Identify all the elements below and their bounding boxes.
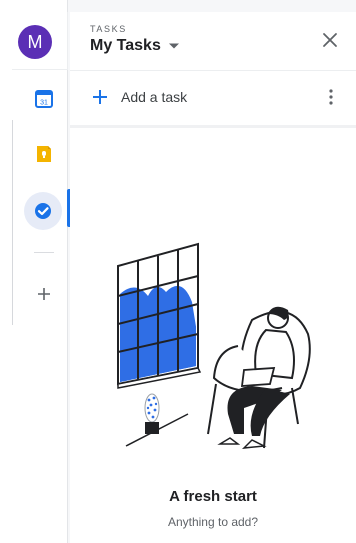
add-task-row[interactable]: Add a task — [70, 78, 356, 118]
calendar-icon[interactable]: 31 — [33, 88, 55, 110]
empty-state-subtitle: Anything to add? — [167, 515, 259, 529]
list-selector[interactable]: My Tasks — [90, 37, 180, 55]
avatar[interactable]: M — [18, 25, 52, 59]
keep-icon[interactable] — [33, 143, 55, 165]
plant-drawing — [144, 393, 160, 434]
chevron-down-icon — [168, 43, 179, 49]
panel-kicker: TASKS — [90, 24, 127, 34]
close-icon[interactable] — [320, 30, 340, 50]
list-divider — [70, 125, 356, 128]
more-options-icon[interactable] — [328, 88, 334, 106]
add-icon[interactable] — [33, 283, 55, 305]
rail-divider — [34, 252, 54, 253]
side-rail: M 31 — [0, 0, 70, 543]
header-divider — [70, 70, 356, 71]
tasks-icon-button[interactable] — [24, 192, 62, 230]
add-task-label: Add a task — [121, 89, 188, 105]
tasks-icon — [35, 203, 51, 219]
rail-scrollbar[interactable] — [12, 120, 13, 325]
tasks-panel: TASKS My Tasks Add a task A fresh start … — [70, 12, 356, 543]
plus-icon — [93, 90, 107, 104]
window-drawing — [117, 242, 202, 389]
calendar-icon-day: 31 — [40, 100, 48, 107]
page-title: My Tasks — [90, 37, 161, 54]
empty-state-illustration — [117, 242, 311, 449]
empty-state-title: A fresh start — [169, 488, 257, 505]
